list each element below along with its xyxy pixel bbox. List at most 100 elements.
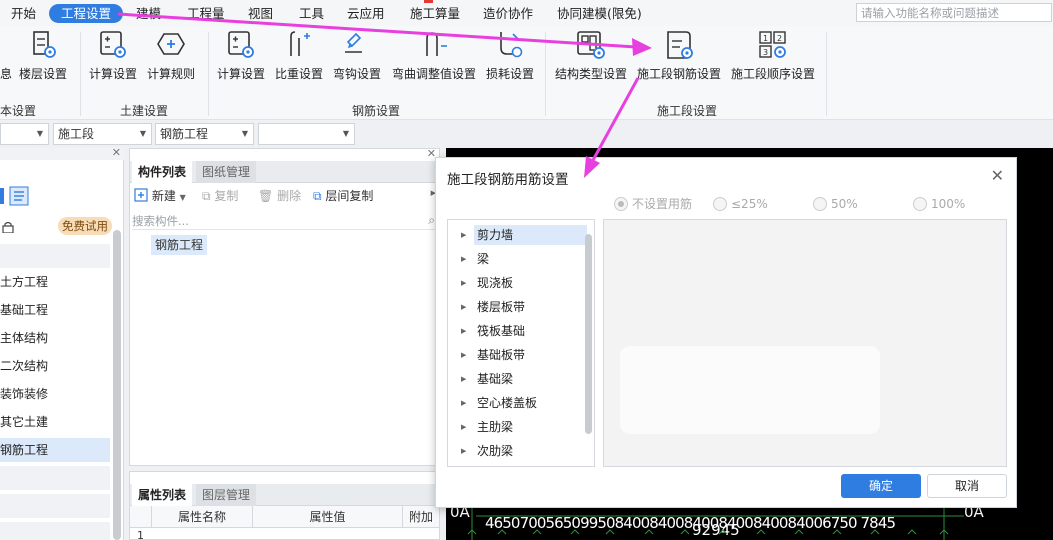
tree-item-secondary-rib[interactable]: ▶ 次肋梁 [456, 441, 586, 461]
calc-rules-button[interactable]: 计算规则 [144, 26, 198, 84]
ok-button[interactable]: 确定 [841, 474, 921, 498]
component-item-rebar[interactable]: 钢筋工程 [151, 235, 208, 255]
copy-button[interactable]: ⧉ 复制 [202, 185, 238, 207]
menu-cost-collab[interactable]: 造价协作 [483, 4, 533, 23]
rebar-calc-settings-button[interactable]: 计算设置 [214, 26, 268, 84]
list-item[interactable] [0, 494, 110, 518]
list-item-decoration[interactable]: 装饰装修 [0, 382, 110, 406]
close-icon[interactable]: ✕ [991, 166, 1004, 185]
tree-item-label: 主肋梁 [477, 420, 514, 434]
tree-item-foundation-strip[interactable]: ▶ 基础板带 [456, 345, 586, 365]
tab-layer-management[interactable]: 图层管理 [196, 484, 257, 506]
list-item[interactable] [0, 522, 110, 540]
ribbon-info-button[interactable]: 息 [0, 26, 12, 84]
delete-button[interactable]: 🗑 删除 [258, 185, 301, 207]
tree-item-raft[interactable]: ▶ 筏板基础 [456, 321, 586, 341]
list-item-earthwork[interactable]: 土方工程 [0, 270, 110, 294]
component-list-panel: ✕ 构件列表 图纸管理 新建 ▼ ⧉ 复制 🗑 删除 ⧉ 层间复制 ▶ 搜索构件… [129, 147, 440, 466]
list-item-main-structure[interactable]: 主体结构 [0, 326, 110, 350]
list-item-foundation[interactable]: 基础工程 [0, 298, 110, 322]
caret-right-icon: ▶ [461, 279, 467, 287]
view-toggle-icons[interactable] [0, 186, 30, 206]
tab-property-list[interactable]: 属性列表 [132, 484, 193, 506]
copy-icon: ⧉ [202, 189, 211, 203]
property-tabbar: 属性列表 图层管理 [130, 484, 439, 506]
list-item-other-civil[interactable]: 其它土建 [0, 410, 110, 434]
stage-order-settings-button[interactable]: 1 2 3 施工段顺序设置 [730, 26, 816, 84]
structure-type-settings-button[interactable]: 结构类型设置 [554, 26, 628, 84]
ribbon-label: 计算设置 [88, 67, 137, 81]
list-item-secondary-structure[interactable]: 二次结构 [0, 354, 110, 378]
tree-item-cast-slab[interactable]: ▶ 现浇板 [456, 273, 586, 293]
menu-collab-modeling[interactable]: 协同建模(限免) [557, 4, 642, 23]
floor-copy-button[interactable]: ⧉ 层间复制 [313, 185, 373, 207]
tab-component-list[interactable]: 构件列表 [132, 161, 193, 183]
row-number-header [130, 506, 152, 528]
left-panel-scrollbar[interactable] [113, 230, 121, 540]
new-button[interactable]: 新建 ▼ [134, 185, 196, 207]
detail-placeholder [620, 346, 880, 434]
radio-dot [713, 197, 727, 211]
cancel-button[interactable]: 取消 [927, 474, 1007, 498]
tree-item-hollow-slab[interactable]: ▶ 空心楼盖板 [456, 393, 586, 413]
calc-settings-icon [100, 31, 126, 58]
menu-construction-calc[interactable]: 施工算量 [410, 4, 460, 23]
tree-item-label: 梁 [477, 252, 490, 266]
search-icon[interactable]: ⌕ [428, 213, 435, 228]
component-search-input[interactable] [132, 212, 437, 230]
floor-settings-button[interactable]: 楼层设置 [17, 26, 69, 84]
menu-view[interactable]: 视图 [248, 4, 273, 23]
svg-text:2: 2 [777, 34, 782, 43]
ribbon-divider [826, 32, 827, 116]
chevron-down-icon: ▼ [241, 129, 248, 138]
weight-settings-button[interactable]: 比重设置 [272, 26, 326, 84]
ribbon-label: 计算规则 [146, 67, 195, 81]
list-item[interactable] [0, 466, 110, 490]
stage-rebar-settings-button[interactable]: 施工段钢筋设置 [636, 26, 722, 84]
tree-item-label: 空心楼盖板 [477, 396, 538, 410]
stage-rebar-icon [667, 31, 693, 59]
tree-item-label: 楼层板带 [477, 300, 526, 314]
menu-project-settings[interactable]: 工程设置 [49, 4, 124, 23]
close-icon[interactable]: ✕ [112, 146, 121, 159]
loss-settings-button[interactable]: 损耗设置 [482, 26, 538, 84]
rebar-loss-icon [500, 32, 523, 58]
tree-scrollbar[interactable] [585, 234, 592, 434]
tree-item-floor-strip[interactable]: ▶ 楼层板带 [456, 297, 586, 317]
menu-start[interactable]: 开始 [11, 4, 36, 23]
tree-item-foundation-beam[interactable]: ▶ 基础梁 [456, 369, 586, 389]
function-search-input[interactable] [856, 3, 1052, 22]
filter-select-rebar[interactable]: 钢筋工程 ▼ [155, 123, 254, 145]
tree-item-main-rib[interactable]: ▶ 主肋梁 [456, 417, 586, 437]
column-header-name: 属性名称 [152, 506, 253, 528]
menu-modeling[interactable]: 建模 [136, 4, 161, 23]
left-panel-header: ✕ [0, 146, 124, 160]
bend-adjust-settings-button[interactable]: 弯曲调整值设置 [389, 26, 479, 84]
group-basic-settings-label: 基本设置 [0, 104, 37, 118]
free-trial-badge[interactable]: 免费试用 [58, 217, 112, 235]
tab-drawing-management[interactable]: 图纸管理 [196, 161, 257, 183]
menu-tools[interactable]: 工具 [299, 4, 324, 23]
group-civil-settings: 土建设置 [120, 104, 169, 118]
civil-calc-settings-button[interactable]: 计算设置 [86, 26, 140, 84]
tree-item-beam[interactable]: ▶ 梁 [456, 249, 586, 269]
ribbon-label: 施工段顺序设置 [730, 67, 815, 81]
left-nav-panel: ✕ 土方工程 基础工程 主体结构 二次结构 装饰装修 其它土建 钢筋工程 [0, 146, 124, 540]
hook-settings-button[interactable]: 弯钩设置 [330, 26, 384, 84]
filter-select-stage[interactable]: 施工段 ▼ [53, 123, 152, 145]
rebar-weight-icon [290, 31, 310, 56]
filter-select-1[interactable]: ▼ [0, 123, 49, 145]
ribbon-divider [80, 32, 81, 116]
menu-quantity[interactable]: 工程量 [187, 4, 225, 23]
floor-settings-icon [33, 31, 56, 58]
menu-cloud[interactable]: 云应用 [347, 4, 385, 23]
filter-select-4[interactable]: ▼ [258, 123, 355, 145]
chevron-down-icon: ▼ [139, 129, 146, 138]
list-item-rebar[interactable]: 钢筋工程 [0, 438, 110, 462]
chevron-down-icon: ▼ [179, 193, 186, 202]
caret-right-icon: ▶ [461, 447, 467, 455]
caret-right-icon: ▶ [461, 303, 467, 311]
tree-item-shear-wall[interactable]: ▶ 剪力墙 [456, 225, 587, 245]
list-item[interactable] [0, 244, 110, 268]
caret-right-icon: ▶ [461, 399, 467, 407]
